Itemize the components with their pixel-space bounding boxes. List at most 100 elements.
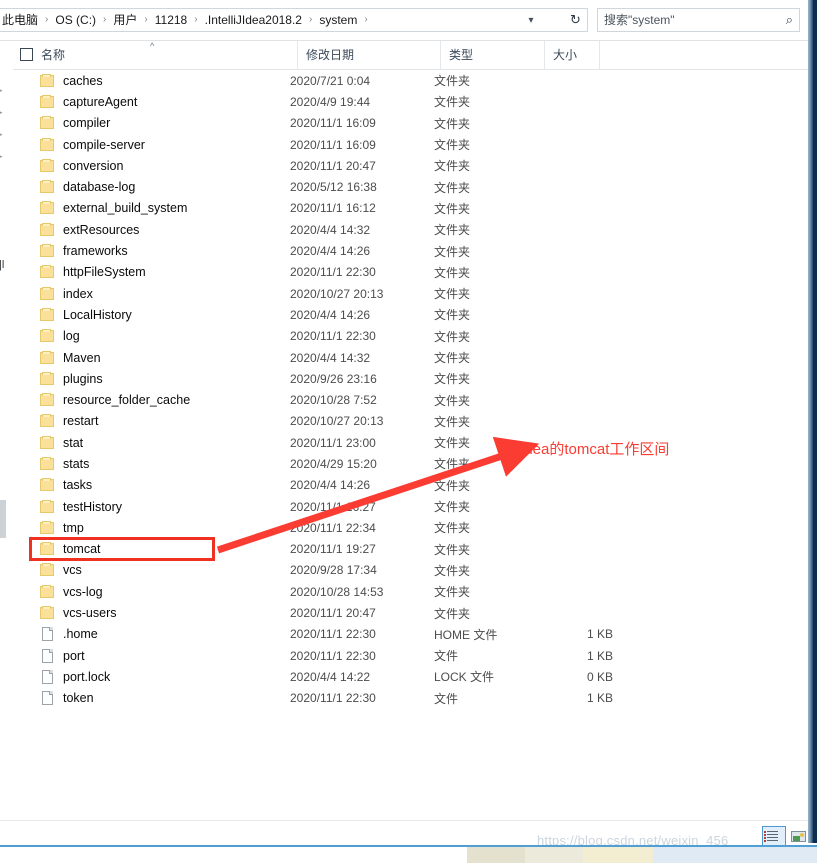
table-row[interactable]: testHistory 2020/11/1 16:27 文件夹 [13, 496, 808, 517]
table-row[interactable]: frameworks 2020/4/4 14:26 文件夹 [13, 240, 808, 261]
file-name-cell[interactable]: external_build_system [13, 201, 290, 215]
file-name-cell[interactable]: restart [13, 414, 290, 428]
navigation-pane[interactable]: ▸ ▸ ▸ ▸ |l [0, 41, 14, 820]
table-row[interactable]: stats 2020/4/29 15:20 文件夹 [13, 453, 808, 474]
file-name-cell[interactable]: extResources [13, 222, 290, 237]
table-row[interactable]: vcs-users 2020/11/1 20:47 文件夹 [13, 602, 808, 623]
file-type-cell: 文件夹 [434, 180, 471, 195]
details-view-icon[interactable] [762, 826, 786, 847]
table-row[interactable]: .home 2020/11/1 22:30 HOME 文件 1 KB [13, 624, 808, 645]
file-name-cell[interactable]: plugins [13, 371, 290, 386]
file-name-cell[interactable]: vcs-log [13, 584, 290, 599]
table-row[interactable]: log 2020/11/1 22:30 文件夹 [13, 326, 808, 347]
file-name-cell[interactable]: caches [13, 73, 290, 88]
address-bar: 此电脑 › OS (C:) › 用户 › 11218 › .IntelliJId… [0, 0, 808, 41]
file-name-cell[interactable]: Maven [13, 350, 290, 365]
column-header-date-modified[interactable]: 修改日期 [298, 41, 441, 69]
file-name-cell[interactable]: log [13, 329, 290, 343]
file-name-cell[interactable]: compile-server [13, 137, 290, 152]
file-name-cell[interactable]: frameworks [13, 244, 290, 258]
file-name-cell[interactable]: compiler [13, 116, 290, 130]
table-row[interactable]: Maven 2020/4/4 14:32 文件夹 [13, 347, 808, 368]
file-name-cell[interactable]: stat [13, 435, 290, 450]
nav-scrollbar-thumb[interactable] [0, 500, 6, 538]
table-row[interactable]: tasks 2020/4/4 14:26 文件夹 [13, 475, 808, 496]
folder-icon [40, 244, 56, 258]
file-name-cell[interactable]: .home [13, 627, 290, 642]
folder-icon [40, 584, 56, 599]
column-header-size[interactable]: 大小 [545, 41, 600, 69]
search-input[interactable] [604, 13, 782, 27]
folder-icon [40, 456, 56, 471]
table-row[interactable]: port 2020/11/1 22:30 文件 1 KB [13, 645, 808, 666]
file-name-cell[interactable]: port.lock [13, 669, 290, 684]
table-row[interactable]: conversion 2020/11/1 20:47 文件夹 [13, 155, 808, 176]
file-date-cell: 2020/11/1 16:09 [290, 137, 376, 152]
file-name-cell[interactable]: testHistory [13, 499, 290, 514]
taskbar[interactable] [0, 845, 817, 863]
table-row[interactable]: database-log 2020/5/12 16:38 文件夹 [13, 176, 808, 197]
column-header-type[interactable]: 类型 [441, 41, 545, 69]
file-name-cell[interactable]: tasks [13, 478, 290, 492]
file-name-cell[interactable]: httpFileSystem [13, 265, 290, 279]
select-all-checkbox[interactable] [20, 48, 33, 61]
table-row[interactable]: httpFileSystem 2020/11/1 22:30 文件夹 [13, 262, 808, 283]
file-name-cell[interactable]: token [13, 691, 290, 706]
table-row[interactable]: caches 2020/7/21 0:04 文件夹 [13, 70, 808, 91]
file-name-label: external_build_system [63, 201, 188, 216]
table-row[interactable]: captureAgent 2020/4/9 19:44 文件夹 [13, 91, 808, 112]
breadcrumb-item-4[interactable]: .IntelliJIdea2018.2 [202, 9, 305, 31]
table-row[interactable]: tomcat 2020/11/1 19:27 文件夹 [13, 539, 808, 560]
table-row[interactable]: LocalHistory 2020/4/4 14:26 文件夹 [13, 304, 808, 325]
tree-expand-arrow-icon[interactable]: ▸ [0, 85, 8, 95]
file-name-cell[interactable]: vcs [13, 563, 290, 577]
file-name-cell[interactable]: LocalHistory [13, 307, 290, 322]
breadcrumb-item-1[interactable]: OS (C:) [52, 9, 99, 31]
file-name-label: frameworks [63, 244, 128, 259]
file-date-cell: 2020/11/1 22:34 [290, 520, 376, 535]
column-header-name[interactable]: 名称 [33, 41, 298, 69]
file-list[interactable]: caches 2020/7/21 0:04 文件夹 captureAgent 2020/… [13, 70, 808, 820]
file-type-cell: 文件夹 [434, 606, 471, 621]
file-name-cell[interactable]: captureAgent [13, 94, 290, 109]
table-row[interactable]: tmp 2020/11/1 22:34 文件夹 [13, 517, 808, 538]
tree-expand-arrow-icon[interactable]: ▸ [0, 129, 8, 139]
file-name-cell[interactable]: index [13, 286, 290, 301]
table-row[interactable]: index 2020/10/27 20:13 文件夹 [13, 283, 808, 304]
file-name-cell[interactable]: stats [13, 456, 290, 471]
table-row[interactable]: external_build_system 2020/11/1 16:12 文件夹 [13, 198, 808, 219]
file-name-cell[interactable]: tomcat [13, 542, 290, 556]
table-row[interactable]: extResources 2020/4/4 14:32 文件夹 [13, 219, 808, 240]
folder-icon [40, 542, 56, 556]
breadcrumb-item-0[interactable]: 此电脑 [0, 9, 41, 31]
file-name-cell[interactable]: resource_folder_cache [13, 393, 290, 407]
table-row[interactable]: port.lock 2020/4/4 14:22 LOCK 文件 0 KB [13, 666, 808, 687]
table-row[interactable]: vcs-log 2020/10/28 14:53 文件夹 [13, 581, 808, 602]
tree-expand-arrow-icon[interactable]: ▸ [0, 151, 8, 161]
table-row[interactable]: compiler 2020/11/1 16:09 文件夹 [13, 113, 808, 134]
breadcrumb-item-5[interactable]: system [316, 9, 360, 31]
table-row[interactable]: resource_folder_cache 2020/10/28 7:52 文件夹 [13, 389, 808, 410]
file-name-label: resource_folder_cache [63, 393, 191, 408]
tree-expand-arrow-icon[interactable]: ▸ [0, 107, 8, 117]
table-row[interactable]: compile-server 2020/11/1 16:09 文件夹 [13, 134, 808, 155]
file-name-cell[interactable]: conversion [13, 158, 290, 173]
table-row[interactable]: vcs 2020/9/28 17:34 文件夹 [13, 560, 808, 581]
chevron-down-icon[interactable]: ▾ [519, 9, 543, 31]
refresh-icon[interactable]: ↻ [564, 8, 588, 32]
table-row[interactable]: token 2020/11/1 22:30 文件 1 KB [13, 688, 808, 709]
file-name-label: captureAgent [63, 94, 138, 109]
breadcrumb[interactable]: 此电脑 › OS (C:) › 用户 › 11218 › .IntelliJId… [0, 8, 572, 32]
file-name-cell[interactable]: database-log [13, 180, 290, 194]
file-name-cell[interactable]: port [13, 648, 290, 663]
breadcrumb-item-2[interactable]: 用户 [110, 9, 140, 31]
table-row[interactable]: restart 2020/10/27 20:13 文件夹 [13, 411, 808, 432]
table-row[interactable]: stat 2020/11/1 23:00 文件夹 [13, 432, 808, 453]
file-name-label: log [63, 329, 80, 344]
file-name-cell[interactable]: tmp [13, 520, 290, 535]
breadcrumb-item-3[interactable]: 11218 [152, 9, 190, 31]
search-box[interactable]: ⌕ [597, 8, 800, 32]
search-icon[interactable]: ⌕ [786, 12, 793, 28]
table-row[interactable]: plugins 2020/9/26 23:16 文件夹 [13, 368, 808, 389]
file-name-cell[interactable]: vcs-users [13, 606, 290, 620]
